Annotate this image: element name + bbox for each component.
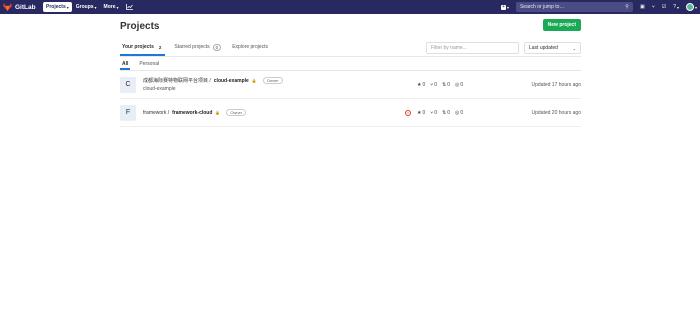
project-description: cloud-example: [143, 86, 176, 92]
brand-name: GitLab: [15, 3, 36, 11]
chevron-down-icon: ▾: [94, 4, 97, 10]
chevron-down-icon: ▾: [66, 4, 69, 10]
project-row[interactable]: F framework / framework-cloud 🔒 Owner × …: [120, 99, 581, 127]
todos-icon[interactable]: ☑: [662, 4, 666, 10]
project-stats: ★ 0 ⑂ 0 ⇅ 0 ◎ 0: [417, 82, 463, 88]
forks-value: 0: [434, 109, 438, 116]
search-icon: ⚲: [625, 4, 629, 10]
top-navbar: GitLab Projects ▾ Groups ▾ More ▾ + ▾ Search…: [0, 0, 700, 14]
fork-icon: ⑂: [430, 81, 434, 88]
page-title: Projects: [120, 21, 160, 32]
user-menu-dropdown[interactable]: ▾: [685, 3, 697, 11]
gitlab-brand[interactable]: GitLab: [3, 3, 43, 11]
issues-value: 0: [460, 109, 464, 116]
merge-requests-value: 0: [447, 109, 451, 116]
pipeline-failed-icon[interactable]: ×: [405, 109, 411, 116]
merge-requests-count[interactable]: ⇅ 0: [442, 110, 450, 116]
project-updated-time: Updated 20 hours ago: [531, 109, 581, 116]
issues-count[interactable]: ◎ 0: [455, 82, 463, 88]
stars-count[interactable]: ★ 0: [417, 82, 425, 88]
merge-requests-icon[interactable]: ⑂: [652, 4, 655, 10]
merge-requests-value: 0: [447, 81, 451, 88]
search-input[interactable]: Search or jump to… ⚲: [515, 2, 633, 12]
project-updated-time: Updated 17 hours ago: [531, 81, 581, 88]
project-namespace[interactable]: framework /: [143, 110, 169, 116]
filters: Filter by name... Last updated ⌄: [426, 42, 581, 54]
gitlab-logo-icon: [3, 3, 12, 11]
nav-projects-label: Projects: [46, 4, 66, 10]
help-dropdown[interactable]: ? ▾: [673, 4, 679, 10]
subtab-personal[interactable]: Personal: [137, 59, 161, 70]
tab-count-badge: 0: [212, 43, 222, 51]
plus-square-icon: +: [500, 3, 506, 10]
tab-starred-projects[interactable]: Starred projects 0: [172, 40, 223, 56]
activity-chart-button[interactable]: [123, 2, 136, 12]
fork-icon: ⑂: [430, 109, 434, 116]
tab-label: Explore projects: [232, 44, 269, 50]
project-avatar[interactable]: C: [120, 76, 136, 93]
issues-icon[interactable]: ▣: [640, 4, 645, 10]
chevron-down-icon: ▾: [694, 4, 697, 10]
tab-label: Your projects: [122, 44, 154, 50]
tab-count-badge: 2: [158, 44, 162, 50]
issues-icon: ◎: [455, 81, 460, 88]
nav-groups-label: Groups: [75, 4, 94, 10]
merge-request-icon: ⇅: [442, 81, 447, 88]
role-badge: Owner: [262, 77, 283, 84]
chevron-down-icon: ▾: [676, 4, 679, 10]
forks-count[interactable]: ⑂ 0: [430, 110, 437, 116]
project-stats: ★ 0 ⑂ 0 ⇅ 0 ◎ 0: [417, 110, 463, 116]
project-title-line: 成都海际赛特物联网平台项目 / cloud-example 🔒 Owner: [143, 77, 283, 84]
nav-more-dropdown[interactable]: More ▾: [101, 2, 122, 12]
chevron-down-icon: ⌄: [572, 45, 576, 51]
nav-more-label: More: [103, 4, 116, 10]
help-icon: ?: [673, 4, 676, 10]
filter-by-name-input[interactable]: Filter by name...: [426, 42, 519, 54]
project-main: 成都海际赛特物联网平台项目 / cloud-example 🔒 Owner cl…: [143, 77, 283, 92]
merge-request-icon: ⇅: [442, 109, 447, 116]
nav-groups-dropdown[interactable]: Groups ▾: [73, 2, 100, 12]
projects-tabs: Your projects 2 Starred projects 0 Explo…: [120, 40, 270, 56]
nav-projects-dropdown[interactable]: Projects ▾: [43, 2, 72, 12]
project-avatar[interactable]: F: [120, 104, 136, 121]
sort-label: Last updated: [529, 45, 558, 51]
project-namespace[interactable]: 成都海际赛特物联网平台项目 /: [143, 77, 211, 84]
star-icon: ★: [417, 81, 422, 88]
chart-icon: [125, 4, 133, 10]
project-name-link[interactable]: framework-cloud: [172, 110, 212, 116]
subtab-all[interactable]: All: [120, 59, 131, 70]
avatar: [685, 3, 694, 11]
project-subtabs: All Personal: [120, 59, 581, 71]
role-badge: Owner: [226, 109, 247, 116]
forks-value: 0: [434, 81, 438, 88]
tab-explore-projects[interactable]: Explore projects: [230, 40, 270, 56]
chevron-down-icon: ▾: [116, 4, 119, 10]
project-row[interactable]: C 成都海际赛特物联网平台项目 / cloud-example 🔒 Owner …: [120, 71, 581, 99]
search-placeholder: Search or jump to…: [519, 4, 565, 10]
lock-icon: 🔒: [251, 78, 257, 83]
new-project-button[interactable]: New project: [542, 19, 581, 31]
project-name-link[interactable]: cloud-example: [214, 78, 249, 84]
forks-count[interactable]: ⑂ 0: [430, 82, 437, 88]
project-main: framework / framework-cloud 🔒 Owner: [143, 109, 247, 116]
lock-icon: 🔒: [215, 110, 221, 115]
issues-icon: ◎: [455, 109, 460, 116]
star-icon: ★: [417, 109, 422, 116]
stars-count[interactable]: ★ 0: [417, 110, 425, 116]
issues-value: 0: [460, 81, 464, 88]
main-content: Projects New project Your projects 2 Sta…: [120, 14, 581, 127]
chevron-down-icon: ▾: [506, 4, 509, 10]
tab-your-projects[interactable]: Your projects 2: [120, 40, 166, 56]
sort-dropdown[interactable]: Last updated ⌄: [524, 42, 581, 54]
project-title-line: framework / framework-cloud 🔒 Owner: [143, 109, 247, 116]
tab-label: Starred projects: [174, 44, 210, 50]
stars-value: 0: [422, 109, 426, 116]
issues-count[interactable]: ◎ 0: [455, 110, 463, 116]
stars-value: 0: [422, 81, 426, 88]
projects-tabs-row: Your projects 2 Starred projects 0 Explo…: [120, 40, 581, 57]
merge-requests-count[interactable]: ⇅ 0: [442, 82, 450, 88]
new-item-dropdown[interactable]: + ▾: [500, 3, 509, 10]
